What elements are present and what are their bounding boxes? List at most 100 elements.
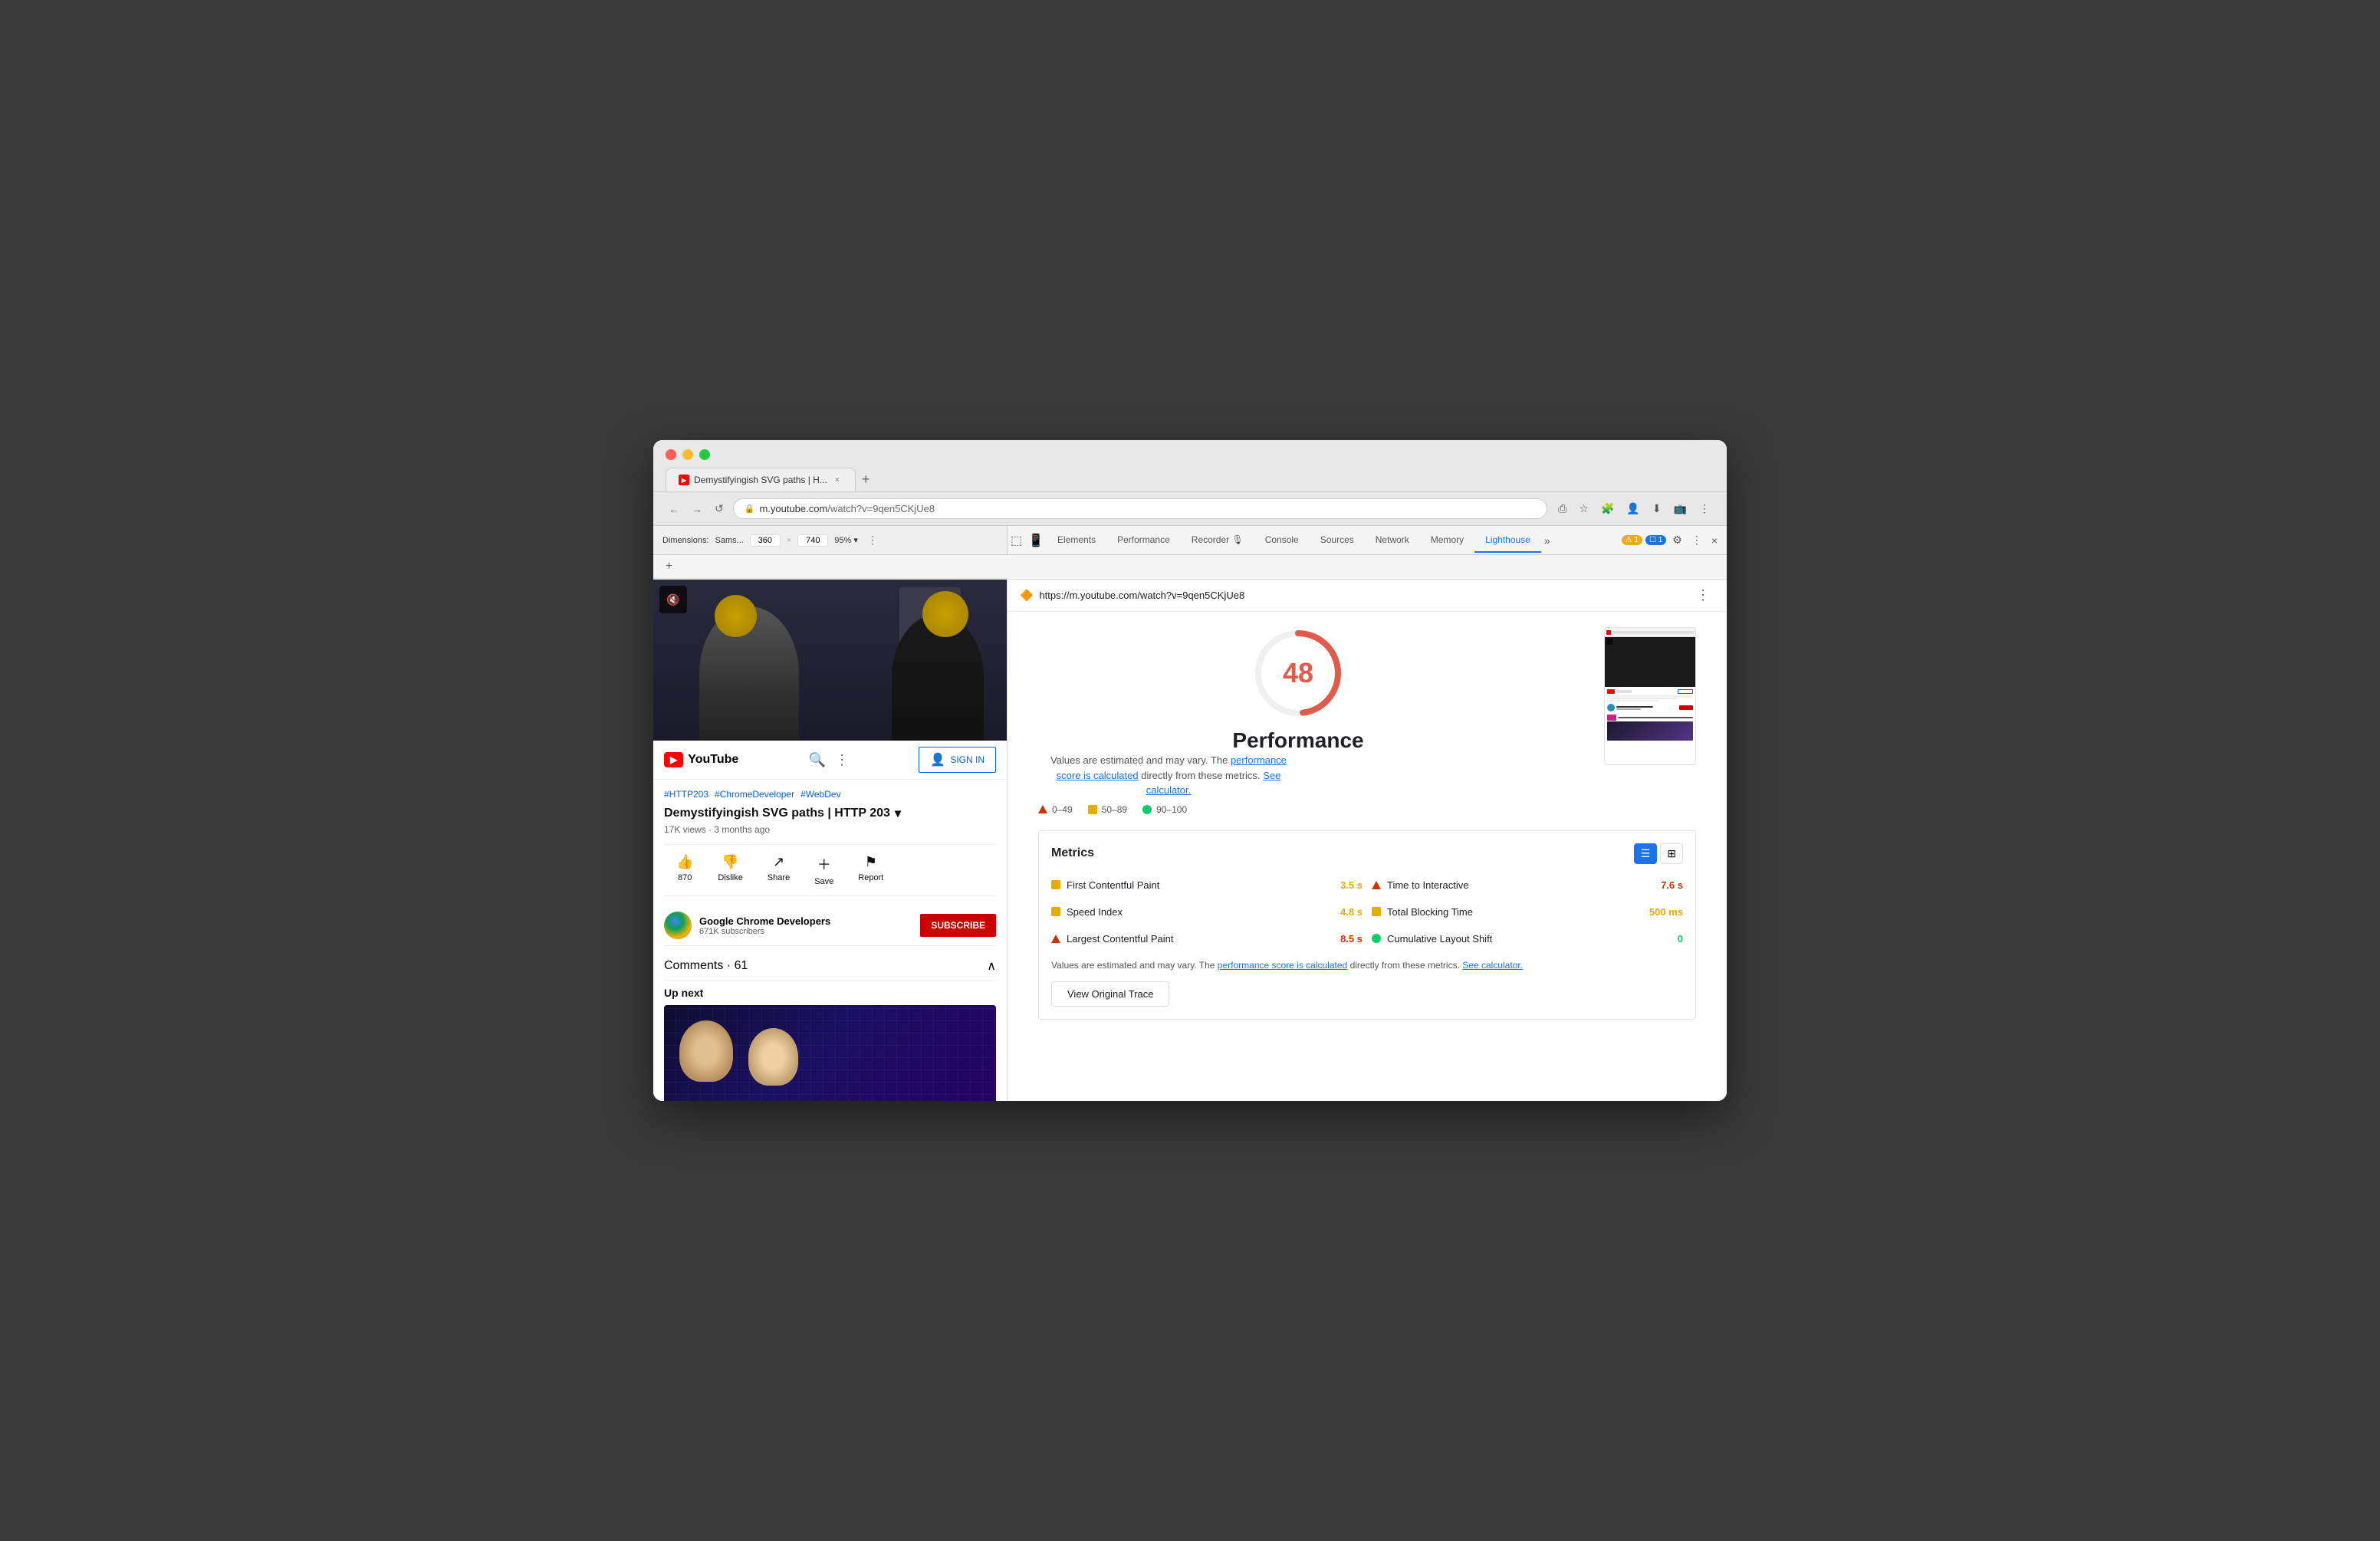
url-bar[interactable]: 🔒 m.youtube.com/watch?v=9qen5CKjUe8 (733, 498, 1547, 519)
lighthouse-url: https://m.youtube.com/watch?v=9qen5CKjUe… (1039, 590, 1685, 601)
tag-chromedeveloper[interactable]: #ChromeDeveloper (715, 789, 794, 800)
channel-avatar[interactable] (664, 912, 692, 939)
screenshot-header (1605, 628, 1695, 637)
tab-recorder[interactable]: Recorder 🎙 (1181, 528, 1254, 553)
cls-indicator (1372, 934, 1381, 943)
new-tab-button[interactable]: + (856, 468, 876, 491)
performance-score-circle: 48 (1252, 627, 1344, 719)
tab-console[interactable]: Console (1254, 528, 1310, 553)
metrics-section: Metrics ☰ ⊞ First Contentful Paint (1038, 830, 1696, 1020)
legend-fail: 0–49 (1038, 804, 1073, 815)
height-input[interactable] (797, 534, 828, 547)
video-container[interactable]: 🔇 (653, 580, 1007, 741)
extensions-button[interactable]: 🧩 (1596, 499, 1619, 518)
browser-tab-active[interactable]: ▶ Demystifyingish SVG paths | H... × (666, 468, 856, 491)
devtools-device-toggle[interactable]: 📱 (1025, 530, 1047, 551)
warning-badge: ⚠ 1 (1622, 535, 1642, 545)
thumb-down-icon: 👎 (722, 854, 738, 870)
toolbar-icons: ⎙ ☆ 🧩 👤 ⬇ 📺 ⋮ (1553, 499, 1714, 518)
fail-range: 0–49 (1052, 804, 1073, 815)
treemap-view-button[interactable]: ⊞ (1660, 843, 1683, 864)
pass-circle-icon (1142, 805, 1152, 814)
cls-value: 0 (1678, 933, 1683, 945)
metric-lcp-left: Largest Contentful Paint (1051, 933, 1173, 945)
next-video-thumbnail[interactable]: The History Navigation API. HTTP 203 (664, 1005, 996, 1101)
tag-http203[interactable]: #HTTP203 (664, 789, 708, 800)
tti-indicator (1372, 881, 1381, 889)
view-original-trace-button[interactable]: View Original Trace (1051, 981, 1169, 1007)
comments-expand-icon[interactable]: ∧ (987, 958, 996, 974)
youtube-logo: ▶ YouTube (664, 752, 738, 767)
tti-value: 7.6 s (1661, 879, 1683, 891)
youtube-header-icons: 🔍 ⋮ (809, 752, 849, 768)
forward-button[interactable]: → (689, 500, 705, 518)
tab-close-button[interactable]: × (832, 475, 843, 485)
metrics-footer: Values are estimated and may vary. The p… (1051, 958, 1683, 972)
more-options-button[interactable]: ⋮ (1695, 499, 1714, 518)
profile-button[interactable]: 👤 (1622, 499, 1644, 518)
youtube-logo-text: YouTube (688, 753, 738, 767)
download-button[interactable]: ⬇ (1648, 499, 1666, 518)
tab-lighthouse[interactable]: Lighthouse (1474, 528, 1541, 553)
video-actions: 👍 870 👎 Dislike ↗ Share ＋ Save (664, 844, 996, 896)
report-label: Report (858, 873, 883, 882)
subscribe-button[interactable]: SUBSCRIBE (920, 914, 996, 937)
share-icon: ↗ (773, 854, 784, 870)
footer-score-link[interactable]: performance score is calculated (1218, 960, 1347, 971)
device-more-button[interactable]: ⋮ (864, 531, 881, 550)
refresh-button[interactable]: ↺ (712, 499, 727, 518)
legend-average: 50–89 (1088, 804, 1127, 815)
settings-button[interactable]: ⚙ (1669, 531, 1685, 550)
metric-fcp: First Contentful Paint 3.5 s (1051, 876, 1363, 894)
tab-network[interactable]: Network (1365, 528, 1420, 553)
lcp-name: Largest Contentful Paint (1067, 933, 1173, 945)
lcp-indicator (1051, 935, 1060, 943)
youtube-panel: 🔇 ▶ YouTube 🔍 ⋮ 👤 SIGN IN (653, 580, 1008, 1101)
zoom-select[interactable]: 95% ▾ (834, 535, 858, 545)
device-select[interactable]: Sams... (715, 536, 744, 545)
metric-si-left: Speed Index (1051, 906, 1123, 918)
bookmark-button[interactable]: ☆ (1574, 499, 1593, 518)
close-window-button[interactable] (666, 449, 676, 460)
save-video-button[interactable]: ＋ Save (802, 851, 846, 889)
si-name: Speed Index (1067, 906, 1123, 918)
lcp-value: 8.5 s (1340, 933, 1363, 945)
cast-button[interactable]: 📺 (1669, 499, 1691, 518)
comments-row[interactable]: Comments · 61 ∧ (664, 952, 996, 981)
devtools-element-picker[interactable]: ⬚ (1008, 530, 1025, 551)
sign-in-button[interactable]: 👤 SIGN IN (919, 747, 996, 773)
width-input[interactable] (750, 534, 781, 547)
devtools-close-button[interactable]: × (1708, 531, 1721, 550)
footer-calculator-link[interactable]: See calculator. (1462, 960, 1523, 971)
tab-sources[interactable]: Sources (1310, 528, 1365, 553)
list-view-button[interactable]: ☰ (1634, 843, 1658, 864)
yt-search-icon[interactable]: 🔍 (809, 752, 826, 768)
minimize-window-button[interactable] (682, 449, 693, 460)
average-range: 50–89 (1102, 804, 1127, 815)
tag-webdev[interactable]: #WebDev (800, 789, 840, 800)
like-button[interactable]: 👍 870 (664, 851, 705, 889)
back-button[interactable]: ← (666, 500, 682, 518)
report-button[interactable]: ⚑ Report (846, 851, 896, 889)
more-tabs-button[interactable]: » (1541, 531, 1553, 550)
tab-elements[interactable]: Elements (1047, 528, 1106, 553)
screenshot-content (1605, 687, 1695, 743)
expand-title-icon[interactable]: ▾ (895, 806, 901, 821)
metric-tbt: Total Blocking Time 500 ms (1372, 903, 1683, 921)
devtools-secondary-bar: + (653, 555, 1727, 580)
metrics-view-buttons: ☰ ⊞ (1634, 843, 1683, 864)
lighthouse-more-button[interactable]: ⋮ (1691, 586, 1714, 605)
yt-more-icon[interactable]: ⋮ (835, 752, 849, 768)
devtools-more-button[interactable]: ⋮ (1688, 531, 1705, 550)
channel-name[interactable]: Google Chrome Developers (699, 915, 912, 927)
mute-icon[interactable]: 🔇 (659, 586, 687, 613)
maximize-window-button[interactable] (699, 449, 710, 460)
tab-memory[interactable]: Memory (1420, 528, 1474, 553)
devtools-icons: ⚠ 1 ☐ 1 ⚙ ⋮ × (1616, 526, 1727, 554)
share-button[interactable]: ⎙ (1553, 499, 1571, 518)
video-tags: #HTTP203 #ChromeDeveloper #WebDev (664, 789, 996, 800)
tab-performance[interactable]: Performance (1106, 528, 1181, 553)
add-tab-button[interactable]: + (666, 560, 672, 573)
share-video-button[interactable]: ↗ Share (755, 851, 802, 889)
dislike-button[interactable]: 👎 Dislike (705, 851, 754, 889)
